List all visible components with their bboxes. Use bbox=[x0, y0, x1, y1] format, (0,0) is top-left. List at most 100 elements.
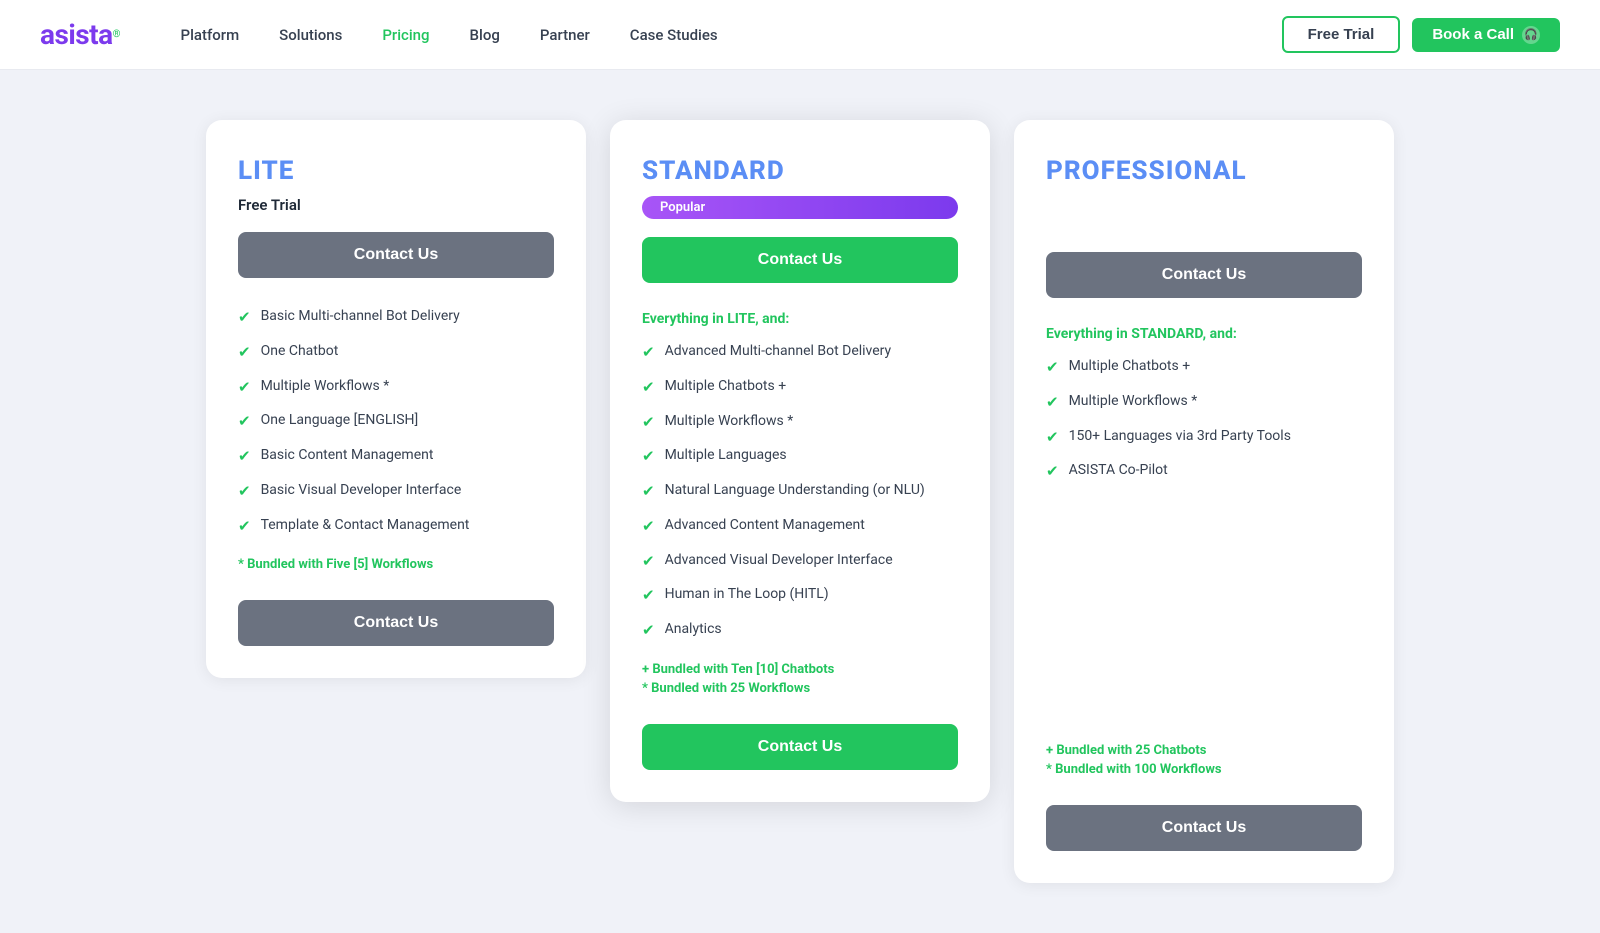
standard-bundle-notes: + Bundled with Ten [10] Chatbots * Bundl… bbox=[642, 662, 958, 696]
professional-bundle-note-2: * Bundled with 100 Workflows bbox=[1046, 762, 1362, 777]
feature-text: Basic Multi-channel Bot Delivery bbox=[261, 306, 460, 326]
professional-contact-top-button[interactable]: Contact Us bbox=[1046, 252, 1362, 298]
check-icon: ✔ bbox=[642, 516, 655, 538]
nav-solutions[interactable]: Solutions bbox=[279, 26, 342, 44]
check-icon: ✔ bbox=[642, 342, 655, 364]
book-call-label: Book a Call bbox=[1432, 26, 1514, 43]
feature-text: One Language [ENGLISH] bbox=[261, 410, 419, 430]
feature-text: ASISTA Co-Pilot bbox=[1069, 460, 1168, 480]
book-a-call-button[interactable]: Book a Call 🎧 bbox=[1412, 18, 1560, 52]
standard-bundle-note-1: + Bundled with Ten [10] Chatbots bbox=[642, 662, 958, 677]
list-item: ✔ Analytics bbox=[642, 619, 958, 642]
navbar: asista® Platform Solutions Pricing Blog … bbox=[0, 0, 1600, 70]
check-icon: ✔ bbox=[1046, 461, 1059, 483]
list-item: ✔ Multiple Chatbots + bbox=[642, 376, 958, 399]
free-trial-button[interactable]: Free Trial bbox=[1282, 16, 1401, 53]
list-item: ✔ Basic Visual Developer Interface bbox=[238, 480, 554, 503]
feature-text: Multiple Languages bbox=[665, 445, 787, 465]
professional-contact-bottom-button[interactable]: Contact Us bbox=[1046, 805, 1362, 851]
check-icon: ✔ bbox=[238, 516, 251, 538]
professional-card: PROFESSIONAL Contact Us Everything in ST… bbox=[1014, 120, 1394, 883]
standard-features: ✔ Advanced Multi-channel Bot Delivery ✔ … bbox=[642, 341, 958, 642]
professional-features: ✔ Multiple Chatbots + ✔ Multiple Workflo… bbox=[1046, 356, 1362, 483]
feature-text: Advanced Content Management bbox=[665, 515, 865, 535]
list-item: ✔ Human in The Loop (HITL) bbox=[642, 584, 958, 607]
feature-text: Multiple Workflows * bbox=[665, 411, 794, 431]
list-item: ✔ Basic Multi-channel Bot Delivery bbox=[238, 306, 554, 329]
lite-contact-bottom-button[interactable]: Contact Us bbox=[238, 600, 554, 646]
professional-bundle-notes: + Bundled with 25 Chatbots * Bundled wit… bbox=[1046, 743, 1362, 777]
list-item: ✔ Template & Contact Management bbox=[238, 515, 554, 538]
feature-text: Multiple Workflows * bbox=[1069, 391, 1198, 411]
pricing-cards: LITE Free Trial Contact Us ✔ Basic Multi… bbox=[120, 120, 1480, 883]
check-icon: ✔ bbox=[238, 377, 251, 399]
standard-bundle-note-2: * Bundled with 25 Workflows bbox=[642, 681, 958, 696]
lite-bundle-note-1: * Bundled with Five [5] Workflows bbox=[238, 557, 554, 572]
list-item: ✔ One Chatbot bbox=[238, 341, 554, 364]
standard-section-label: Everything in LITE, and: bbox=[642, 311, 958, 327]
feature-text: 150+ Languages via 3rd Party Tools bbox=[1069, 426, 1291, 446]
list-item: ✔ Natural Language Understanding (or NLU… bbox=[642, 480, 958, 503]
feature-text: Analytics bbox=[665, 619, 722, 639]
nav-actions: Free Trial Book a Call 🎧 bbox=[1282, 16, 1560, 53]
check-icon: ✔ bbox=[1046, 427, 1059, 449]
logo-text: asista bbox=[40, 18, 113, 51]
feature-text: Multiple Workflows * bbox=[261, 376, 390, 396]
list-item: ✔ Multiple Chatbots + bbox=[1046, 356, 1362, 379]
list-item: ✔ Advanced Multi-channel Bot Delivery bbox=[642, 341, 958, 364]
popular-badge: Popular bbox=[642, 196, 958, 219]
check-icon: ✔ bbox=[642, 551, 655, 573]
standard-card: STANDARD Popular Contact Us Everything i… bbox=[610, 120, 990, 802]
standard-tier: STANDARD bbox=[642, 156, 958, 186]
feature-text: Natural Language Understanding (or NLU) bbox=[665, 480, 925, 500]
check-icon: ✔ bbox=[1046, 357, 1059, 379]
list-item: ✔ Multiple Workflows * bbox=[1046, 391, 1362, 414]
lite-tier: LITE bbox=[238, 156, 554, 186]
feature-text: Human in The Loop (HITL) bbox=[665, 584, 829, 604]
lite-features: ✔ Basic Multi-channel Bot Delivery ✔ One… bbox=[238, 306, 554, 537]
check-icon: ✔ bbox=[642, 585, 655, 607]
check-icon: ✔ bbox=[642, 412, 655, 434]
feature-text: Multiple Chatbots + bbox=[1069, 356, 1191, 376]
check-icon: ✔ bbox=[238, 481, 251, 503]
check-icon: ✔ bbox=[238, 307, 251, 329]
nav-links: Platform Solutions Pricing Blog Partner … bbox=[181, 25, 1282, 44]
logo-symbol: ® bbox=[113, 29, 121, 40]
feature-text: Advanced Visual Developer Interface bbox=[665, 550, 893, 570]
check-icon: ✔ bbox=[642, 620, 655, 642]
feature-text: Multiple Chatbots + bbox=[665, 376, 787, 396]
list-item: ✔ Advanced Content Management bbox=[642, 515, 958, 538]
main-content: LITE Free Trial Contact Us ✔ Basic Multi… bbox=[0, 70, 1600, 933]
check-icon: ✔ bbox=[238, 446, 251, 468]
feature-text: One Chatbot bbox=[261, 341, 339, 361]
feature-text: Advanced Multi-channel Bot Delivery bbox=[665, 341, 892, 361]
feature-text: Template & Contact Management bbox=[261, 515, 470, 535]
check-icon: ✔ bbox=[1046, 392, 1059, 414]
check-icon: ✔ bbox=[642, 481, 655, 503]
lite-card: LITE Free Trial Contact Us ✔ Basic Multi… bbox=[206, 120, 586, 678]
list-item: ✔ One Language [ENGLISH] bbox=[238, 410, 554, 433]
lite-contact-top-button[interactable]: Contact Us bbox=[238, 232, 554, 278]
logo[interactable]: asista® bbox=[40, 18, 121, 51]
list-item: ✔ Basic Content Management bbox=[238, 445, 554, 468]
nav-blog[interactable]: Blog bbox=[470, 26, 500, 44]
feature-text: Basic Content Management bbox=[261, 445, 434, 465]
check-icon: ✔ bbox=[642, 377, 655, 399]
list-item: ✔ ASISTA Co-Pilot bbox=[1046, 460, 1362, 483]
standard-contact-bottom-button[interactable]: Contact Us bbox=[642, 724, 958, 770]
nav-case-studies[interactable]: Case Studies bbox=[630, 26, 718, 44]
check-icon: ✔ bbox=[642, 446, 655, 468]
standard-contact-top-button[interactable]: Contact Us bbox=[642, 237, 958, 283]
lite-bundle-notes: * Bundled with Five [5] Workflows bbox=[238, 557, 554, 572]
lite-subtitle: Free Trial bbox=[238, 196, 554, 214]
list-item: ✔ Advanced Visual Developer Interface bbox=[642, 550, 958, 573]
list-item: ✔ Multiple Workflows * bbox=[238, 376, 554, 399]
professional-spacer bbox=[1046, 196, 1362, 234]
list-item: ✔ 150+ Languages via 3rd Party Tools bbox=[1046, 426, 1362, 449]
nav-pricing[interactable]: Pricing bbox=[382, 26, 429, 44]
professional-section-label: Everything in STANDARD, and: bbox=[1046, 326, 1362, 342]
professional-bundle-note-1: + Bundled with 25 Chatbots bbox=[1046, 743, 1362, 758]
nav-platform[interactable]: Platform bbox=[181, 26, 240, 44]
check-icon: ✔ bbox=[238, 342, 251, 364]
nav-partner[interactable]: Partner bbox=[540, 26, 590, 44]
